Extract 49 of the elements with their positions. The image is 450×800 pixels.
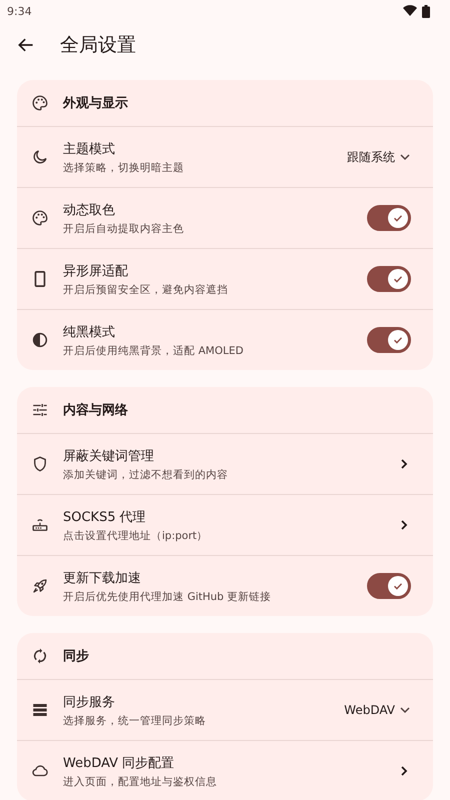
- settings-row[interactable]: 屏蔽关键词管理 添加关键词，过滤不想看到的内容: [17, 434, 433, 495]
- settings-row[interactable]: 更新下载加速 开启后优先使用代理加速 GitHub 更新链接: [17, 556, 433, 616]
- setting-title: 屏蔽关键词管理: [63, 448, 155, 464]
- contrast-icon: [31, 331, 49, 349]
- setting-description: 开启后自动提取内容主色: [63, 222, 185, 236]
- setting-title: 更新下载加速: [63, 570, 142, 586]
- setting-description: 开启后使用纯黑背景，适配 AMOLED: [63, 344, 244, 358]
- sync-icon: [31, 647, 49, 665]
- palette-icon: [31, 209, 49, 227]
- section-title: 内容与网络: [63, 402, 128, 419]
- status-time: 9:34: [7, 4, 32, 18]
- wifi-icon: [403, 5, 417, 17]
- settings-row[interactable]: 动态取色 开启后自动提取内容主色: [17, 188, 433, 249]
- sliders-icon: [31, 401, 49, 419]
- toggle-switch[interactable]: [367, 573, 411, 599]
- battery-icon: [422, 4, 430, 18]
- dropdown[interactable]: WebDAV: [344, 703, 411, 717]
- toggle-switch[interactable]: [367, 266, 411, 292]
- setting-title: 同步服务: [63, 694, 116, 710]
- settings-row[interactable]: 异形屏适配 开启后预留安全区，避免内容遮挡: [17, 249, 433, 310]
- setting-title: 主题模式: [63, 140, 116, 158]
- toggle-switch[interactable]: [367, 205, 411, 231]
- setting-description: 添加关键词，过滤不想看到的内容: [63, 468, 229, 482]
- settings-row[interactable]: 纯黑模式 开启后使用纯黑背景，适配 AMOLED: [17, 310, 433, 370]
- settings-row[interactable]: WebDAV 同步配置 进入页面，配置地址与鉴权信息: [17, 741, 433, 800]
- storage-icon: [31, 701, 49, 719]
- setting-title: 纯黑模式: [63, 324, 116, 340]
- setting-description: 开启后优先使用代理加速 GitHub 更新链接: [63, 590, 272, 604]
- setting-description: 选择服务，统一管理同步策略: [63, 714, 207, 728]
- rocket-icon: [31, 577, 49, 595]
- page-title: 全局设置: [60, 33, 136, 58]
- toggle-switch[interactable]: [367, 327, 411, 353]
- palette-icon: [31, 94, 49, 112]
- settings-row[interactable]: 主题模式 选择策略，切换明暗主题 跟随系统: [17, 127, 433, 188]
- section-title: 外观与显示: [63, 95, 128, 112]
- dropdown[interactable]: 跟随系统: [347, 148, 411, 166]
- setting-title: WebDAV 同步配置: [63, 754, 176, 772]
- moon-icon: [31, 148, 49, 166]
- setting-title: 异形屏适配: [63, 262, 129, 280]
- setting-title: 动态取色: [63, 202, 116, 218]
- setting-title: SOCKS5 代理: [63, 508, 147, 526]
- settings-row[interactable]: SOCKS5 代理 点击设置代理地址（ip:port）: [17, 495, 433, 556]
- setting-description: 选择策略，切换明暗主题: [63, 160, 185, 174]
- setting-description: 进入页面，配置地址与鉴权信息: [63, 774, 218, 788]
- setting-description: 开启后预留安全区，避免内容遮挡: [63, 282, 229, 296]
- setting-description: 点击设置代理地址（ip:port）: [63, 528, 209, 542]
- section-title: 同步: [63, 648, 89, 665]
- settings-row[interactable]: 同步服务 选择服务，统一管理同步策略 WebDAV: [17, 680, 433, 741]
- shield-icon: [31, 455, 49, 473]
